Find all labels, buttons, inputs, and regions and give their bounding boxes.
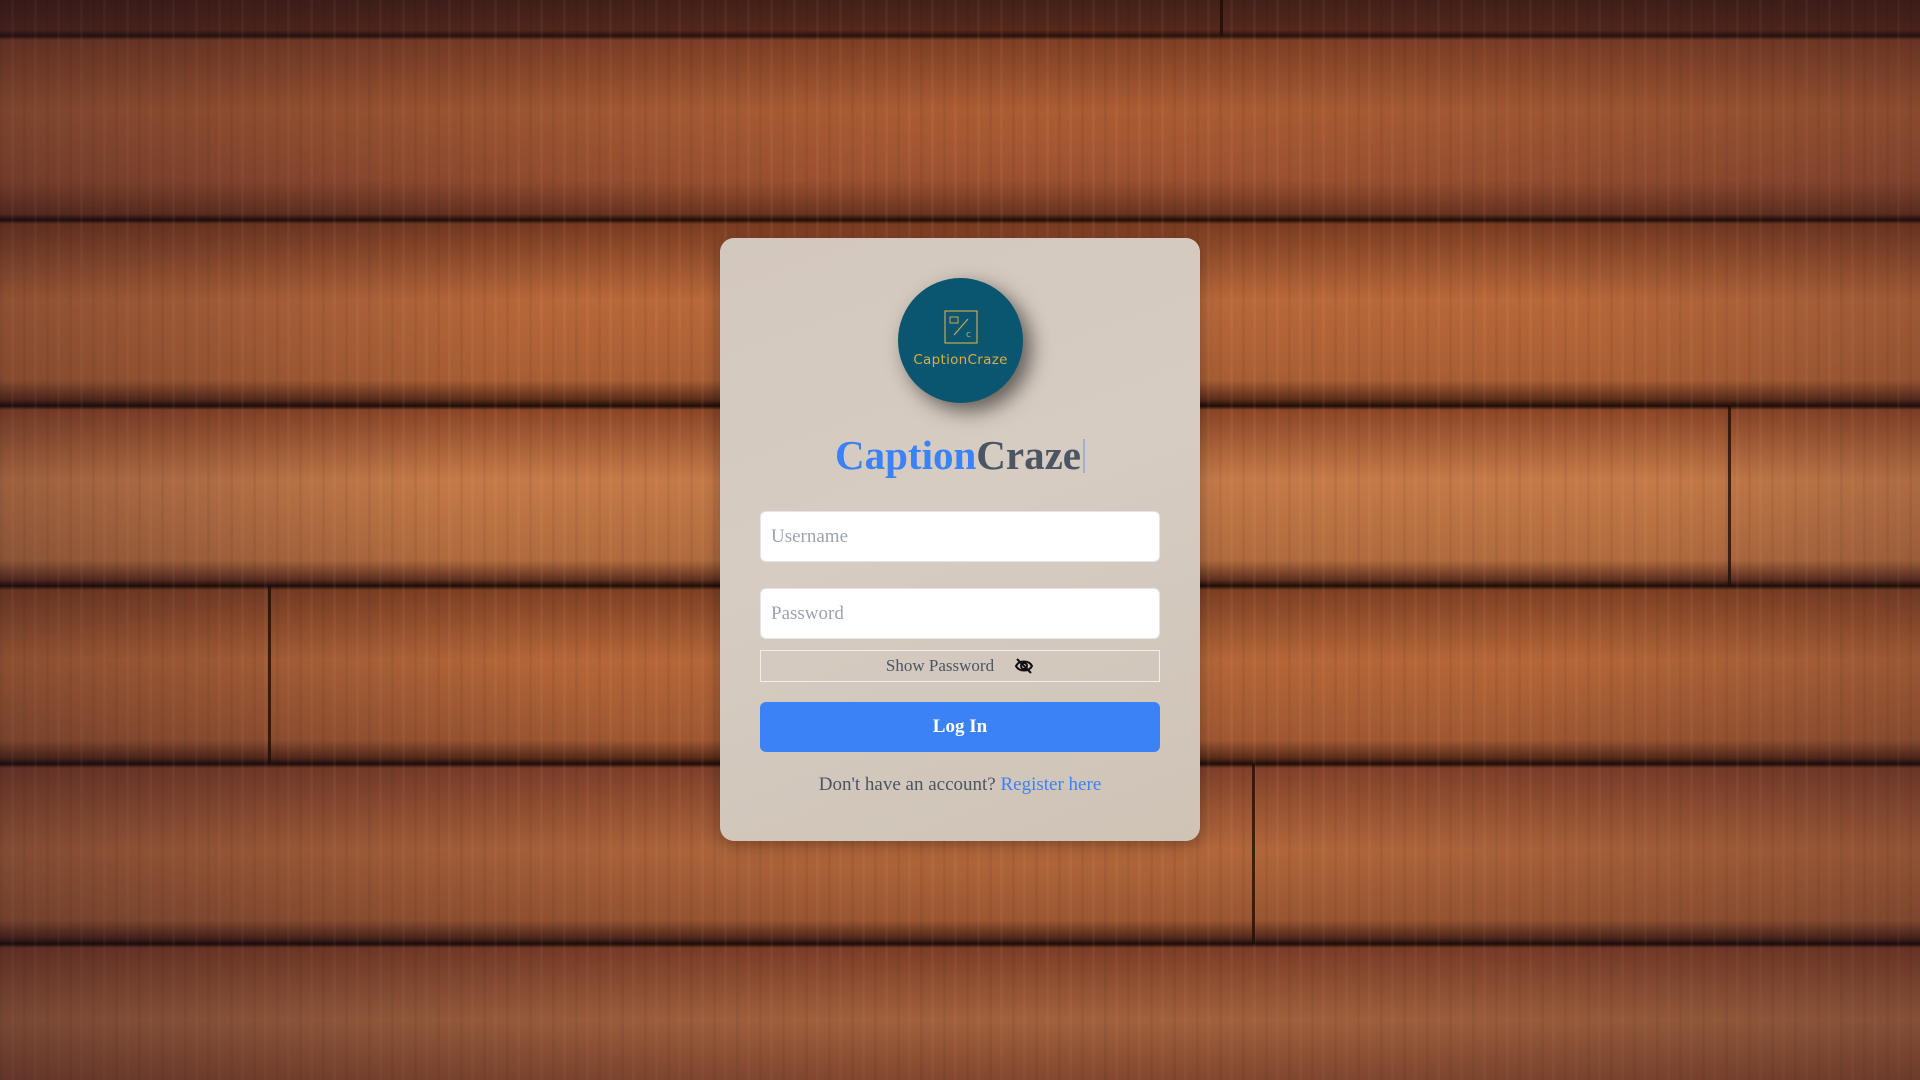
logo: c CaptionCraze (898, 278, 1023, 403)
page-title: CaptionCraze (720, 430, 1200, 480)
login-button[interactable]: Log In (760, 702, 1160, 752)
caption-logo-icon: c (943, 309, 978, 344)
show-password-label: Show Password (885, 656, 995, 675)
typing-caret (1082, 439, 1085, 473)
register-link[interactable]: Register here (1000, 774, 1101, 795)
logo-text: CaptionCraze (913, 351, 1008, 368)
show-password-toggle[interactable]: Show Password (760, 650, 1160, 682)
title-caption: Caption (835, 432, 977, 478)
plank-seam (268, 586, 271, 764)
plank-seam (1728, 406, 1731, 586)
plank-seam (1252, 764, 1255, 944)
username-input[interactable] (760, 511, 1160, 562)
register-prompt-text: Don't have an account? (818, 774, 996, 795)
plank-seam (1220, 0, 1223, 36)
eye-off-icon (1014, 658, 1034, 674)
password-input[interactable] (760, 588, 1160, 639)
title-craze: Craze (976, 432, 1081, 478)
login-card: c CaptionCraze CaptionCraze Show Passwor… (720, 238, 1200, 841)
register-prompt: Don't have an account? Register here (720, 774, 1200, 796)
svg-text:c: c (966, 330, 971, 340)
